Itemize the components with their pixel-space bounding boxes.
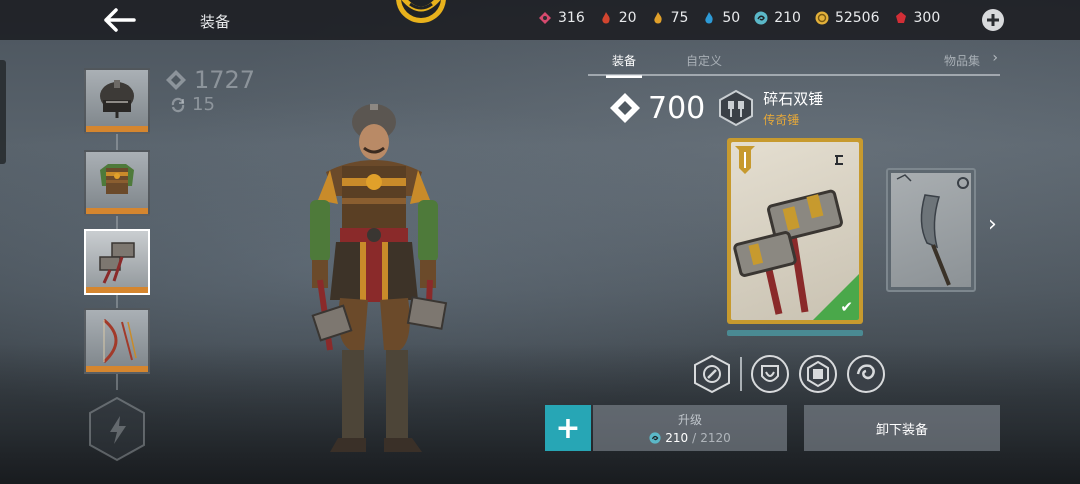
arrow-left-icon — [104, 8, 136, 32]
currency-yellow-essence-value: 75 — [670, 10, 689, 26]
item-rarity: 传奇锤 — [763, 113, 800, 127]
currency-red-essence-value: 20 — [618, 10, 637, 26]
item-card-glaive[interactable] — [886, 168, 976, 292]
power-diamond-icon — [166, 70, 186, 90]
currency-stones-value: 210 — [774, 10, 801, 26]
slot-weapon-rarity-bar — [86, 287, 148, 293]
ruby-icon — [895, 12, 906, 23]
chevron-right-icon[interactable]: › — [992, 50, 998, 66]
currency-yellow-essence: 75 — [651, 10, 689, 26]
checkmark-icon: ✔ — [840, 298, 853, 316]
currency-red-essence: 20 — [599, 10, 637, 26]
equipment-tabs: 装备 自定义 物品集 › — [588, 50, 1000, 78]
character-model — [310, 104, 448, 452]
upgrade-cost: 210 / 2120 — [593, 431, 787, 445]
currency-gems-value: 316 — [558, 10, 585, 26]
item-perks — [692, 354, 894, 394]
perk-fist-icon[interactable] — [798, 354, 838, 394]
selected-card-indicator — [727, 330, 863, 336]
upgrade-cost-need: 2120 — [700, 431, 731, 445]
slot-helmet-rarity-bar — [86, 126, 148, 132]
screen-title: 装备 — [200, 13, 231, 31]
item-card-art: ✔ — [731, 142, 859, 320]
item-header: 700 碎石双锤 传奇锤 — [608, 88, 823, 128]
tab-equipment[interactable]: 装备 — [605, 52, 643, 78]
blue-flame-icon — [705, 12, 714, 24]
add-currency-button[interactable] — [981, 8, 1005, 32]
item-power-value: 700 — [648, 90, 706, 126]
currency-coins: 52506 — [815, 10, 880, 26]
slot-armor-rarity-bar — [86, 208, 148, 214]
item-name: 碎石双锤 — [763, 90, 824, 108]
glaive-icon — [896, 174, 969, 286]
slot-armor[interactable] — [84, 150, 150, 216]
perk-divider — [740, 357, 742, 391]
level-value: 15 — [192, 94, 215, 115]
total-power-value: 1727 — [194, 66, 256, 94]
next-item-arrow-icon[interactable]: › — [988, 212, 997, 237]
upgrade-button[interactable]: 升级 210 / 2120 — [593, 405, 787, 451]
currency-ruby-value: 300 — [913, 10, 941, 26]
game-logo-icon[interactable] — [394, 0, 448, 26]
currency-blue-essence-value: 50 — [722, 10, 741, 26]
yellow-flame-icon — [653, 12, 662, 24]
currency-ruby: 300 — [894, 10, 941, 26]
bow-icon — [102, 318, 137, 364]
hammer-type-hex-icon — [719, 89, 754, 127]
slot-ranged-rarity-bar — [86, 366, 148, 372]
upgrade-cost-sep: / — [692, 431, 697, 445]
currency-stones: 210 — [754, 10, 801, 26]
level-stat: 15 — [170, 94, 255, 115]
currency-bar: 316 20 75 50 210 52506 300 — [538, 10, 954, 26]
locked-slot-lightning-icon[interactable] — [84, 396, 150, 462]
item-power-diamond-icon — [610, 93, 640, 123]
side-drawer-handle[interactable] — [0, 60, 6, 164]
slot-ranged[interactable] — [84, 308, 150, 374]
upgrade-label: 升级 — [677, 413, 702, 427]
slot-weapon[interactable] — [84, 229, 150, 295]
currency-coins-value: 52506 — [834, 10, 880, 26]
tab-custom[interactable]: 自定义 — [686, 52, 722, 69]
upgrade-plus-button[interactable]: + — [545, 405, 591, 451]
currency-gems: 316 — [538, 10, 585, 26]
back-button[interactable] — [100, 5, 140, 35]
upgrade-cost-have: 210 — [665, 431, 689, 445]
slot-helmet[interactable] — [84, 68, 150, 134]
hammer-icon — [99, 242, 135, 284]
swirl-stone-icon — [754, 11, 768, 25]
red-flame-icon — [602, 12, 610, 24]
tabs-underline — [588, 74, 1000, 76]
total-power: 1727 — [164, 66, 255, 94]
refresh-icon — [171, 97, 185, 112]
armor-icon — [100, 164, 134, 194]
top-bar: 装备 316 20 75 50 210 52506 300 — [0, 0, 1080, 40]
tab-collections[interactable]: 物品集 — [944, 52, 980, 69]
perk-hammer-hex-icon[interactable] — [692, 354, 732, 394]
helmet-icon — [100, 80, 134, 118]
item-card-equipped[interactable]: ✔ — [727, 138, 863, 324]
currency-blue-essence: 50 — [702, 10, 740, 26]
item-card-glaive-art — [891, 173, 971, 287]
coin-icon — [815, 11, 829, 25]
swirl-stone-icon — [649, 432, 661, 444]
perk-swirl-icon[interactable] — [846, 354, 886, 394]
perk-shield-icon[interactable] — [750, 354, 790, 394]
total-power-stats: 1727 15 — [164, 66, 255, 115]
gem-icon — [539, 12, 551, 24]
unequip-button[interactable]: 卸下装备 — [804, 405, 1000, 451]
item-title-block: 碎石双锤 传奇锤 — [763, 88, 823, 128]
